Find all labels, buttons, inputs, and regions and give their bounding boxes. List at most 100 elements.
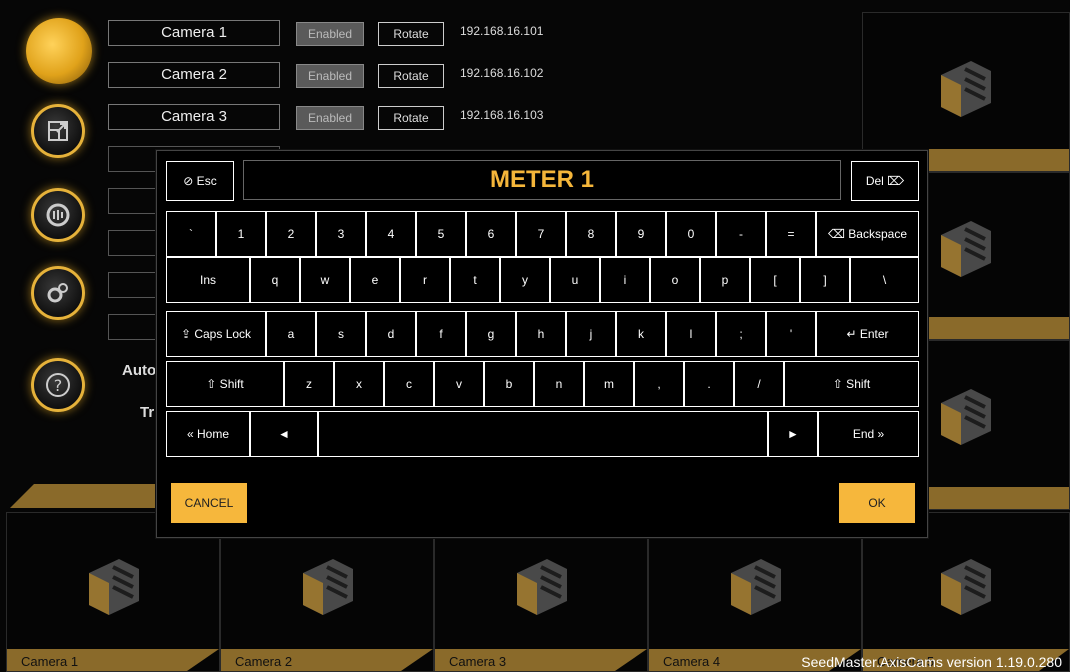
key-8[interactable]: 8 <box>566 211 616 257</box>
key-0[interactable]: 0 <box>666 211 716 257</box>
key-t[interactable]: t <box>450 257 500 303</box>
brand-logo-icon <box>941 559 991 615</box>
key-backtick[interactable]: ` <box>166 211 216 257</box>
home-key[interactable]: « Home <box>166 411 250 457</box>
rotate-button[interactable]: Rotate <box>378 106 444 130</box>
key-minus[interactable]: - <box>716 211 766 257</box>
camera-row: Camera 3 Enabled Rotate 192.168.16.103 <box>108 104 668 130</box>
left-arrow-key[interactable]: ◄ <box>250 411 318 457</box>
key-a[interactable]: a <box>266 311 316 357</box>
key-g[interactable]: g <box>466 311 516 357</box>
auto-label: Auto <box>122 362 157 379</box>
key-4[interactable]: 4 <box>366 211 416 257</box>
key-2[interactable]: 2 <box>266 211 316 257</box>
left-shift-key[interactable]: ⇧ Shift <box>166 361 284 407</box>
key-slash[interactable]: / <box>734 361 784 407</box>
key-9[interactable]: 9 <box>616 211 666 257</box>
key-j[interactable]: j <box>566 311 616 357</box>
key-c[interactable]: c <box>384 361 434 407</box>
version-label: SeedMaster.AxisCams version 1.19.0.280 <box>801 654 1062 670</box>
key-f[interactable]: f <box>416 311 466 357</box>
key-5[interactable]: 5 <box>416 211 466 257</box>
backspace-key[interactable]: ⌫ Backspace <box>816 211 919 257</box>
key-x[interactable]: x <box>334 361 384 407</box>
esc-key[interactable]: ⊘ Esc <box>166 161 234 201</box>
sync-icon <box>46 203 70 227</box>
ins-key[interactable]: Ins <box>166 257 250 303</box>
key-quote[interactable]: ' <box>766 311 816 357</box>
camera-tile-label: Camera 3 <box>449 654 507 669</box>
key-w[interactable]: w <box>300 257 350 303</box>
key-v[interactable]: v <box>434 361 484 407</box>
virtual-keyboard-dialog: ⊘ Esc METER 1 Del ⌦ ` 1 2 3 4 5 6 7 8 9 … <box>156 150 928 538</box>
key-backslash[interactable]: \ <box>850 257 919 303</box>
key-y[interactable]: y <box>500 257 550 303</box>
key-equals[interactable]: = <box>766 211 816 257</box>
key-e[interactable]: e <box>350 257 400 303</box>
key-d[interactable]: d <box>366 311 416 357</box>
brand-logo-icon <box>941 389 991 445</box>
rotate-button[interactable]: Rotate <box>378 64 444 88</box>
sync-button[interactable] <box>31 188 85 242</box>
key-right-bracket[interactable]: ] <box>800 257 850 303</box>
settings-button[interactable] <box>31 266 85 320</box>
camera-tile-label: Camera 4 <box>663 654 721 669</box>
enabled-toggle[interactable]: Enabled <box>296 106 364 130</box>
space-key[interactable] <box>318 411 768 457</box>
key-z[interactable]: z <box>284 361 334 407</box>
brand-logo-icon <box>731 559 781 615</box>
key-o[interactable]: o <box>650 257 700 303</box>
app-logo <box>26 18 92 84</box>
brand-logo-icon <box>941 61 991 117</box>
key-r[interactable]: r <box>400 257 450 303</box>
enabled-toggle[interactable]: Enabled <box>296 64 364 88</box>
camera-name-field[interactable]: Camera 3 <box>108 104 280 130</box>
brand-logo-icon <box>89 559 139 615</box>
key-l[interactable]: l <box>666 311 716 357</box>
camera-tile-label: Camera 2 <box>235 654 293 669</box>
settings-icon <box>47 283 68 303</box>
key-k[interactable]: k <box>616 311 666 357</box>
text-input[interactable]: METER 1 <box>243 160 841 200</box>
camera-tile[interactable] <box>862 12 1070 172</box>
caps-lock-key[interactable]: ⇪ Caps Lock <box>166 311 266 357</box>
key-comma[interactable]: , <box>634 361 684 407</box>
end-key[interactable]: End » <box>818 411 919 457</box>
enter-key[interactable]: ↵ Enter <box>816 311 919 357</box>
cancel-button[interactable]: CANCEL <box>171 483 247 523</box>
key-p[interactable]: p <box>700 257 750 303</box>
key-q[interactable]: q <box>250 257 300 303</box>
help-button[interactable]: ? <box>31 358 85 412</box>
key-7[interactable]: 7 <box>516 211 566 257</box>
key-h[interactable]: h <box>516 311 566 357</box>
key-semicolon[interactable]: ; <box>716 311 766 357</box>
svg-text:?: ? <box>54 376 63 395</box>
rotate-button[interactable]: Rotate <box>378 22 444 46</box>
brand-logo-icon <box>303 559 353 615</box>
key-m[interactable]: m <box>584 361 634 407</box>
delete-key[interactable]: Del ⌦ <box>851 161 919 201</box>
camera-name-field[interactable]: Camera 1 <box>108 20 280 46</box>
key-s[interactable]: s <box>316 311 366 357</box>
ok-button[interactable]: OK <box>839 483 915 523</box>
key-6[interactable]: 6 <box>466 211 516 257</box>
tr-label: Tr <box>140 404 155 421</box>
key-3[interactable]: 3 <box>316 211 366 257</box>
key-period[interactable]: . <box>684 361 734 407</box>
expand-icon <box>48 121 68 141</box>
key-u[interactable]: u <box>550 257 600 303</box>
expand-button[interactable] <box>31 104 85 158</box>
camera-ip: 192.168.16.102 <box>460 66 544 80</box>
right-arrow-key[interactable]: ► <box>768 411 818 457</box>
right-shift-key[interactable]: ⇧ Shift <box>784 361 919 407</box>
key-1[interactable]: 1 <box>216 211 266 257</box>
help-icon: ? <box>46 373 70 397</box>
brand-logo-icon <box>941 221 991 277</box>
camera-name-field[interactable]: Camera 2 <box>108 62 280 88</box>
key-b[interactable]: b <box>484 361 534 407</box>
camera-row: Camera 1 Enabled Rotate 192.168.16.101 <box>108 20 668 46</box>
enabled-toggle[interactable]: Enabled <box>296 22 364 46</box>
key-left-bracket[interactable]: [ <box>750 257 800 303</box>
key-i[interactable]: i <box>600 257 650 303</box>
key-n[interactable]: n <box>534 361 584 407</box>
